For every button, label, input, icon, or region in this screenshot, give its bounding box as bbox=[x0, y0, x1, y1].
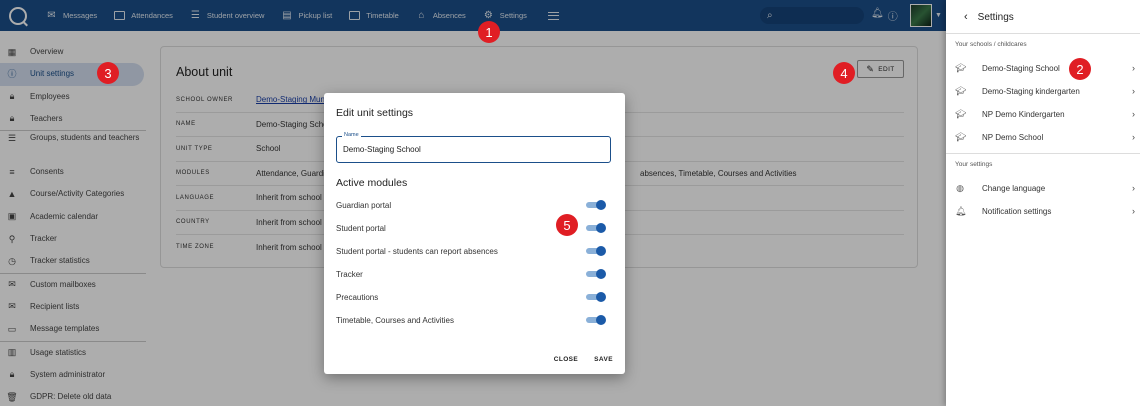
chevron-right-icon: › bbox=[1132, 183, 1135, 193]
module-row-guardian-portal: Guardian portal bbox=[336, 197, 606, 213]
settings-item-change-language[interactable]: ◍ Change language › bbox=[955, 178, 1135, 198]
settings-item-notification-settings[interactable]: 🔔︎ Notification settings › bbox=[955, 201, 1135, 221]
step-badge-5: 5 bbox=[556, 214, 578, 236]
name-field-label: Name bbox=[342, 132, 361, 138]
dialog-actions: CLOSE SAVE bbox=[538, 356, 613, 363]
chevron-right-icon: › bbox=[1132, 132, 1135, 142]
name-field[interactable]: Name bbox=[336, 132, 611, 163]
active-modules-title: Active modules bbox=[336, 177, 408, 189]
school-icon: 🎓︎ bbox=[955, 131, 967, 142]
module-row-precautions: Precautions bbox=[336, 289, 606, 305]
school-item-demo-staging-kindergarten[interactable]: 🎓︎ Demo-Staging kindergarten › bbox=[955, 81, 1135, 101]
tracker-toggle[interactable] bbox=[586, 269, 606, 279]
close-button[interactable]: CLOSE bbox=[554, 356, 578, 363]
chevron-right-icon: › bbox=[1132, 206, 1135, 216]
school-item-demo-staging-school[interactable]: 🎓︎ Demo-Staging School › bbox=[955, 58, 1135, 78]
dialog-title: Edit unit settings bbox=[336, 107, 414, 119]
edit-unit-dialog: Edit unit settings Name Active modules G… bbox=[324, 93, 625, 374]
step-badge-4: 4 bbox=[833, 62, 855, 84]
guardian-portal-toggle[interactable] bbox=[586, 200, 606, 210]
student-portal-toggle[interactable] bbox=[586, 223, 606, 233]
globe-icon: ◍ bbox=[956, 182, 964, 193]
step-badge-1: 1 bbox=[478, 21, 500, 43]
precautions-toggle[interactable] bbox=[586, 292, 606, 302]
save-button[interactable]: SAVE bbox=[594, 356, 613, 363]
school-icon: 🎓︎ bbox=[955, 85, 967, 96]
school-icon: 🎓︎ bbox=[955, 62, 967, 73]
school-item-np-demo-school[interactable]: 🎓︎ NP Demo School › bbox=[955, 127, 1135, 147]
timetable-toggle[interactable] bbox=[586, 315, 606, 325]
school-item-np-demo-kindergarten[interactable]: 🎓︎ NP Demo Kindergarten › bbox=[955, 104, 1135, 124]
name-input[interactable] bbox=[343, 145, 603, 154]
step-badge-3: 3 bbox=[97, 62, 119, 84]
step-badge-2: 2 bbox=[1069, 58, 1091, 80]
settings-panel: ‹ Settings Your schools / childcares 🎓︎ D… bbox=[946, 0, 1140, 406]
school-icon: 🎓︎ bbox=[955, 108, 967, 119]
chevron-right-icon: › bbox=[1132, 86, 1135, 96]
chevron-right-icon: › bbox=[1132, 109, 1135, 119]
module-row-timetable: Timetable, Courses and Activities bbox=[336, 312, 606, 328]
student-absences-toggle[interactable] bbox=[586, 246, 606, 256]
module-row-student-absences: Student portal - students can report abs… bbox=[336, 243, 606, 259]
divider bbox=[946, 153, 1140, 154]
back-icon[interactable]: ‹ bbox=[964, 11, 968, 23]
settings-heading: Your settings bbox=[955, 161, 993, 168]
divider bbox=[946, 33, 1140, 34]
schools-heading: Your schools / childcares bbox=[955, 41, 1027, 48]
bell-icon: 🔔︎ bbox=[955, 205, 967, 216]
chevron-right-icon: › bbox=[1132, 63, 1135, 73]
settings-panel-header: ‹ Settings bbox=[964, 11, 1014, 23]
module-row-tracker: Tracker bbox=[336, 266, 606, 282]
